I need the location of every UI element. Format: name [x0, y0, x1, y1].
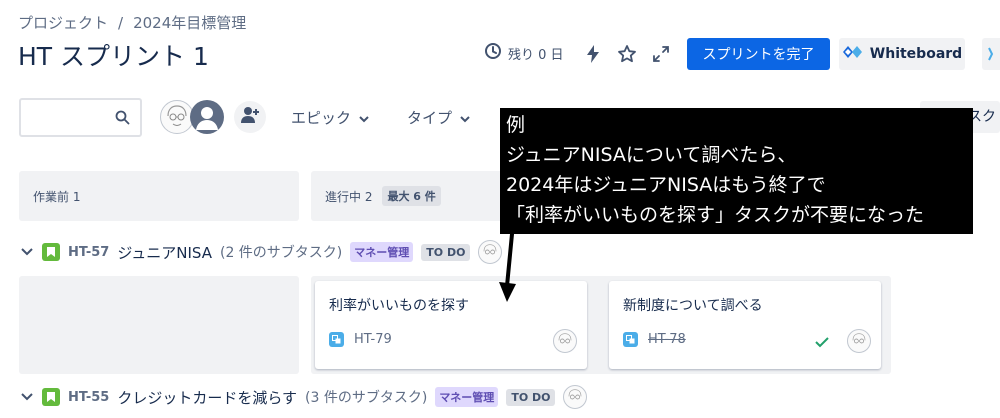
more-actions-button[interactable] — [982, 38, 1000, 70]
status-badge: TO DO — [506, 388, 556, 406]
subtask-count: (3 件のサブタスク) — [305, 390, 428, 406]
column-label: 進行中 2 — [325, 189, 373, 204]
type-filter-dropdown[interactable]: タイプ — [407, 107, 470, 128]
issue-key[interactable]: HT-55 — [68, 390, 109, 405]
todo-cell-empty — [19, 276, 299, 374]
assignee-avatar — [563, 385, 588, 409]
user-avatar-default[interactable] — [190, 100, 224, 134]
epic-filter-label: エピック — [291, 109, 352, 127]
chevron-down-icon — [460, 109, 470, 127]
check-icon — [815, 333, 829, 352]
issue-title[interactable]: ジュニアNISA — [117, 242, 212, 263]
epic-filter-dropdown[interactable]: エピック — [291, 107, 369, 128]
issue-card[interactable]: 新制度について調べる HT-78 — [609, 281, 881, 369]
column-header-todo: 作業前 1 — [19, 171, 299, 221]
breadcrumb-separator: / — [118, 14, 124, 32]
subtask-icon — [623, 332, 638, 347]
swimlane-header[interactable]: HT-55 クレジットカードを減らす (3 件のサブタスク) マネー管理 TO … — [20, 385, 588, 409]
chevron-down-icon — [359, 109, 369, 127]
label-lozenge: マネー管理 — [435, 387, 499, 407]
search-field[interactable] — [19, 98, 142, 137]
annotation-line: 2024年はジュニアNISAはもう終了で — [506, 174, 826, 196]
breadcrumb-board-link[interactable]: 2024年目標管理 — [133, 14, 246, 32]
whiteboard-button[interactable]: Whiteboard — [839, 38, 965, 70]
complete-sprint-button[interactable]: スプリントを完了 — [687, 38, 830, 70]
days-remaining-label: 残り 0 日 — [508, 47, 564, 63]
whiteboard-icon — [842, 44, 864, 64]
annotation-arrow-icon — [499, 232, 516, 302]
label-lozenge: マネー管理 — [350, 242, 414, 262]
clock-icon — [484, 42, 502, 64]
swimlane-header[interactable]: HT-57 ジュニアNISA (2 件のサブタスク) マネー管理 TO DO — [20, 240, 503, 264]
subtask-icon — [329, 332, 344, 347]
annotation-line: 例 — [506, 114, 526, 136]
issue-title[interactable]: クレジットカードを減らす — [117, 387, 297, 408]
automation-bolt-icon[interactable] — [580, 41, 606, 67]
subtask-count: (2 件のサブタスク) — [219, 245, 343, 261]
chevron-down-icon[interactable] — [20, 393, 34, 401]
breadcrumb: プロジェクト / 2024年目標管理 — [18, 12, 246, 33]
story-icon — [42, 243, 60, 261]
page-title: HT スプリント 1 — [18, 42, 209, 71]
search-input[interactable] — [21, 100, 109, 135]
story-icon — [42, 388, 60, 406]
column-label: 作業前 1 — [33, 189, 81, 204]
annotation-callout: 例 ジュニアNISAについて調べたら、 2024年はジュニアNISAはもう終了で… — [500, 108, 973, 234]
add-person-icon — [240, 106, 260, 128]
days-remaining[interactable]: 残り 0 日 — [484, 42, 564, 64]
search-icon — [115, 110, 130, 129]
issue-card[interactable]: 利率がいいものを探す HT-79 — [315, 281, 587, 369]
card-key: HT-78 — [648, 332, 686, 347]
wip-limit-badge: 最大 6 件 — [382, 186, 441, 206]
card-key: HT-79 — [354, 332, 392, 347]
star-icon[interactable] — [614, 41, 640, 67]
chevron-down-icon[interactable] — [20, 248, 34, 256]
annotation-line: 「利率がいいものを探す」タスクが不要になった — [506, 204, 925, 226]
user-avatar-sketch[interactable] — [160, 100, 194, 134]
status-badge: TO DO — [421, 243, 471, 261]
card-title: 利率がいいものを探す — [329, 298, 469, 314]
card-assignee-avatar — [553, 329, 577, 353]
fullscreen-icon[interactable] — [648, 41, 674, 67]
annotation-line: ジュニアNISAについて調べたら、 — [506, 144, 797, 166]
type-filter-label: タイプ — [407, 109, 453, 127]
add-people-button[interactable] — [234, 101, 266, 133]
issue-key[interactable]: HT-57 — [68, 245, 109, 260]
card-assignee-avatar — [847, 329, 871, 353]
whiteboard-label: Whiteboard — [869, 46, 963, 62]
card-title: 新制度について調べる — [623, 298, 763, 314]
breadcrumb-project-link[interactable]: プロジェクト — [18, 14, 108, 32]
